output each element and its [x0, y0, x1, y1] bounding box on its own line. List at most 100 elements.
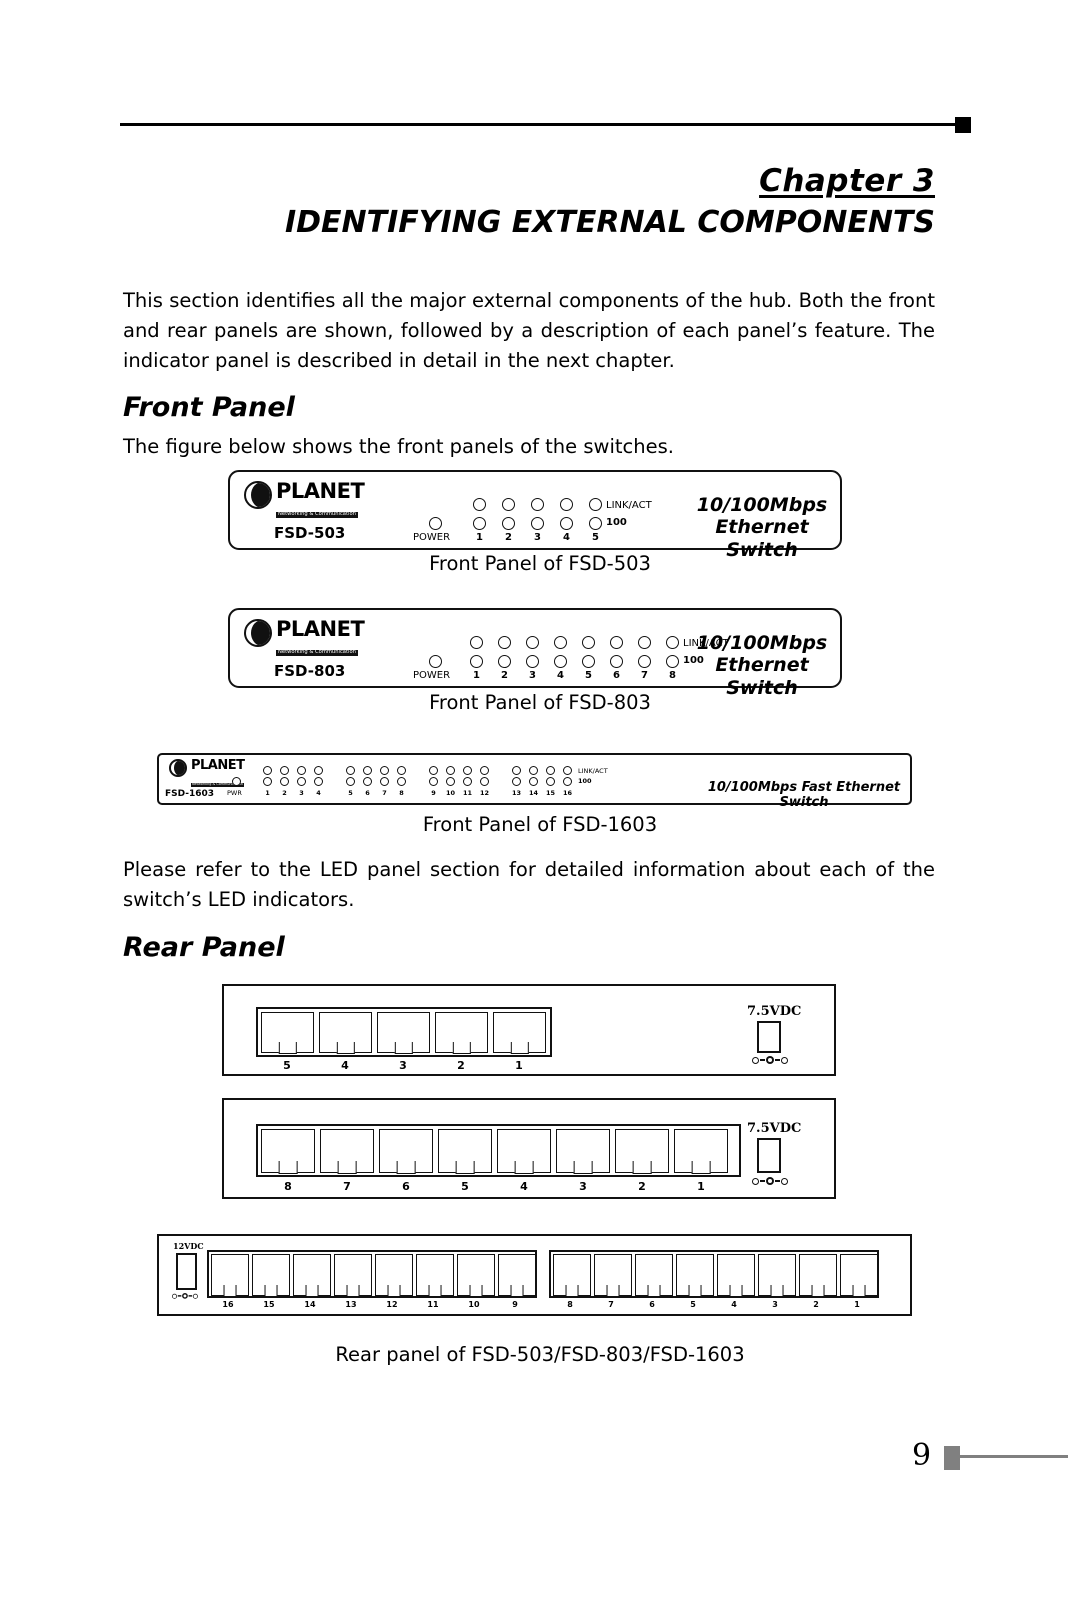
port-number-6: 6	[613, 670, 620, 681]
port-number-5: 5	[592, 532, 599, 543]
led-speed-9	[429, 777, 438, 786]
rear-port-number-3: 3	[579, 1180, 587, 1193]
rj45-port	[252, 1254, 290, 1296]
front-panel-heading: Front Panel	[123, 392, 295, 423]
rj45-port	[319, 1012, 372, 1053]
rear-port-number-12: 12	[386, 1300, 398, 1309]
rear-port-number-1: 1	[697, 1180, 705, 1193]
led-link-5	[589, 498, 602, 511]
logo-tagline: Networking & Communication	[276, 511, 358, 518]
planet-logo-803: PLANET Networking & Communication	[244, 619, 365, 656]
led-link-3	[531, 498, 544, 511]
dc-input-label-503: 7.5VDC	[747, 1004, 802, 1019]
logo-wordmark: PLANET	[191, 758, 245, 773]
rear-port-number-2: 2	[638, 1180, 646, 1193]
led-link-1	[470, 636, 483, 649]
rj45-port	[379, 1129, 433, 1173]
port-number-4: 4	[563, 532, 570, 543]
port-number-3: 3	[299, 789, 304, 797]
rj45-bank-1603-right	[549, 1250, 879, 1298]
led-speed-6	[363, 777, 372, 786]
led-link-1	[263, 766, 272, 775]
footer-rule	[958, 1455, 1068, 1458]
dc-polarity-icon-503	[752, 1056, 788, 1064]
port-number-2: 2	[501, 670, 508, 681]
led-speed-7	[380, 777, 389, 786]
rear-port-number-13: 13	[345, 1300, 357, 1309]
port-number-10: 10	[445, 789, 456, 797]
led-speed-13	[512, 777, 521, 786]
header-rule	[120, 123, 958, 126]
led-link-7	[638, 636, 651, 649]
led-speed-2	[502, 517, 515, 530]
rj45-port	[594, 1254, 632, 1296]
rj45-port	[553, 1254, 591, 1296]
led-link-6	[610, 636, 623, 649]
model-label-803: FSD-803	[274, 662, 346, 680]
rj45-port	[435, 1012, 488, 1053]
rj45-bank-1603-left	[207, 1250, 537, 1298]
port-number-4: 4	[316, 789, 321, 797]
rj45-port	[615, 1129, 669, 1173]
led-link-2	[502, 498, 515, 511]
link-act-label-503: LINK/ACT	[606, 500, 652, 511]
led-link-2	[280, 766, 289, 775]
port-number-8: 8	[669, 670, 676, 681]
planet-globe-icon	[169, 759, 187, 777]
dc-polarity-icon-803	[752, 1177, 788, 1185]
port-number-1: 1	[476, 532, 483, 543]
port-number-13: 13	[511, 789, 522, 797]
caption-front-803: Front Panel of FSD-803	[429, 691, 651, 714]
header-rule-end-marker	[955, 117, 971, 133]
rj45-port	[674, 1129, 728, 1173]
rear-port-number-5: 5	[690, 1300, 696, 1309]
rj45-port	[758, 1254, 796, 1296]
front-panel-intro: The figure below shows the front panels …	[123, 435, 674, 458]
rj45-port	[717, 1254, 755, 1296]
chapter-label: Chapter 3	[759, 163, 935, 199]
port-number-3: 3	[534, 532, 541, 543]
rj45-port	[493, 1012, 546, 1053]
led-link-5	[582, 636, 595, 649]
rear-port-number-8: 8	[567, 1300, 573, 1309]
dc-power-jack-803	[757, 1138, 781, 1173]
led-link-12	[480, 766, 489, 775]
brand-line1-803: 10/100Mbps	[696, 632, 828, 654]
rear-port-number-11: 11	[427, 1300, 439, 1309]
brand-text-803: 10/100Mbps Ethernet Switch	[682, 632, 842, 699]
device-rear-fsd503: 5 4 3 2 1 7.5VDC	[222, 984, 836, 1076]
rear-port-number-4: 4	[731, 1300, 737, 1309]
rear-port-number-3: 3	[399, 1059, 407, 1072]
led-link-4	[554, 636, 567, 649]
led-link-5	[346, 766, 355, 775]
led-speed-2	[280, 777, 289, 786]
link-act-label-1603: LINK/ACT	[578, 767, 608, 775]
rear-port-number-6: 6	[649, 1300, 655, 1309]
led-speed-11	[463, 777, 472, 786]
brand-text-1603: 10/100Mbps Fast Ethernet Switch	[699, 780, 909, 811]
planet-logo-503: PLANET Networking & Communication	[244, 481, 365, 518]
led-link-9	[429, 766, 438, 775]
brand-line1-1603: 10/100Mbps Fast Ethernet Switch	[707, 780, 901, 811]
led-speed-3	[297, 777, 306, 786]
led-note-paragraph: Please refer to the LED panel section fo…	[123, 858, 935, 911]
rear-port-number-5: 5	[461, 1180, 469, 1193]
caption-rear-all: Rear panel of FSD-503/FSD-803/FSD-1603	[335, 1343, 745, 1366]
led-speed-16	[563, 777, 572, 786]
rear-port-number-14: 14	[304, 1300, 316, 1309]
dc-polarity-icon-1603	[172, 1293, 198, 1299]
rj45-port	[293, 1254, 331, 1296]
led-link-3	[297, 766, 306, 775]
rear-port-number-10: 10	[468, 1300, 480, 1309]
led-link-1	[473, 498, 486, 511]
rear-port-number-3: 3	[772, 1300, 778, 1309]
rj45-port	[334, 1254, 372, 1296]
rj45-port	[377, 1012, 430, 1053]
led-speed-3	[526, 655, 539, 668]
chapter-title: IDENTIFYING EXTERNAL COMPONENTS	[284, 205, 935, 240]
planet-globe-icon	[244, 619, 272, 647]
port-number-2: 2	[505, 532, 512, 543]
led-link-13	[512, 766, 521, 775]
rear-panel-heading: Rear Panel	[123, 932, 285, 963]
dc-input-label-803: 7.5VDC	[747, 1121, 802, 1136]
